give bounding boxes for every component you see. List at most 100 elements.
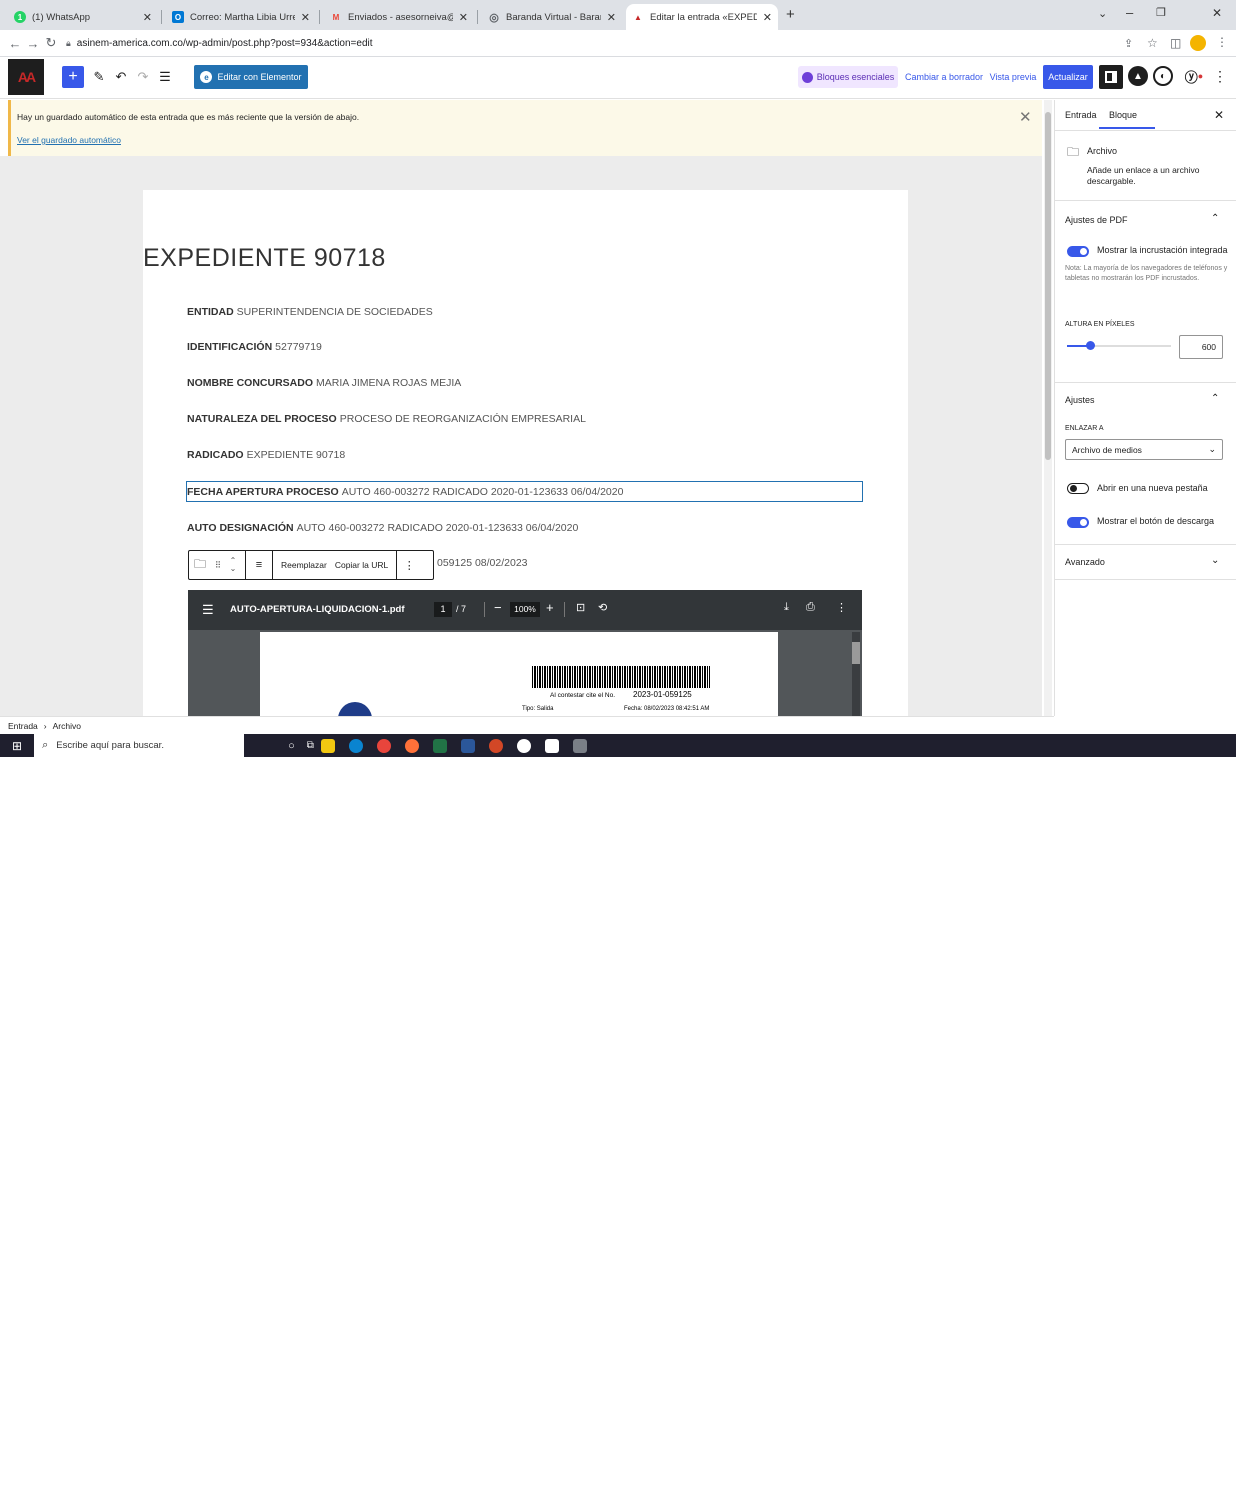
inline-embed-toggle[interactable] <box>1067 246 1089 257</box>
zoom-out-icon[interactable]: − <box>494 600 502 615</box>
preview-button[interactable]: Vista previa <box>988 66 1038 88</box>
new-tab-button[interactable]: + <box>786 6 795 23</box>
settings-sidebar-button[interactable] <box>1099 65 1123 89</box>
rotate-icon[interactable]: ⟲ <box>598 601 607 614</box>
field-radicado[interactable]: RADICADO EXPEDIENTE 90718 <box>187 449 345 461</box>
edit-with-elementor-button[interactable]: e Editar con Elementor <box>194 65 308 89</box>
close-tab-icon[interactable]: ✕ <box>607 11 616 24</box>
field-naturaleza-proceso[interactable]: NATURALEZA DEL PROCESO PROCESO DE REORGAN… <box>187 413 586 425</box>
tab-whatsapp[interactable]: 1 (1) WhatsApp ✕ <box>8 4 158 30</box>
tab-editar-entrada[interactable]: ▲ Editar la entrada «EXPEDIENTE 9 ✕ <box>626 4 778 30</box>
height-slider-thumb[interactable] <box>1085 341 1095 350</box>
post-title[interactable]: EXPEDIENTE 90718 <box>143 244 386 273</box>
url-field[interactable]: asinem-america.com.co/wp-admin/post.php?… <box>77 38 373 49</box>
tab-search-icon[interactable]: ⌄ <box>1098 7 1107 20</box>
tab-gmail[interactable]: M Enviados - asesorneiva@gmail.c ✕ <box>324 4 474 30</box>
pdf-download-icon[interactable]: ⤓ <box>784 601 789 614</box>
close-tab-icon[interactable]: ✕ <box>763 11 772 24</box>
advanced-title[interactable]: Avanzado <box>1065 557 1105 567</box>
yoast-seo-icon[interactable]: ⓨ ● <box>1180 66 1208 86</box>
restore-icon[interactable]: ❐ <box>1156 6 1166 19</box>
profile-avatar[interactable] <box>1190 35 1206 51</box>
close-sidebar-icon[interactable]: ✕ <box>1214 108 1224 122</box>
language-indicator[interactable]: ESP <box>1137 1474 1153 1483</box>
undo-icon[interactable]: ↶ <box>112 67 130 87</box>
height-input[interactable]: 600 <box>1179 335 1223 359</box>
drag-handle-icon[interactable]: ⠿ <box>211 560 225 571</box>
tray-icons[interactable]: ⌃ ⊕ ▭ ◁) <box>1074 1473 1115 1484</box>
mail-icon[interactable] <box>544 738 559 753</box>
add-block-button[interactable]: + <box>62 66 84 88</box>
word-icon[interactable] <box>460 738 475 753</box>
clock-time[interactable]: 4:57 p. m. <box>1162 1469 1202 1478</box>
app-icon[interactable] <box>572 738 587 753</box>
collapse-chevron-icon[interactable]: ⌃ <box>1211 393 1219 404</box>
replace-button[interactable]: Reemplazar <box>277 560 331 570</box>
zoom-app-icon[interactable] <box>516 738 531 753</box>
new-tab-toggle[interactable] <box>1067 483 1089 494</box>
canvas-scrollbar[interactable] <box>1044 100 1052 716</box>
file-block-icon[interactable]: 🗀︎ <box>189 555 211 576</box>
browser-menu-icon[interactable]: ⋮ <box>1216 35 1228 49</box>
breadcrumb-file[interactable]: Archivo <box>53 721 81 731</box>
plugin-a-icon[interactable]: ▲ <box>1128 66 1148 86</box>
tab-baranda[interactable]: ◎ Baranda Virtual - Baranda ✕ <box>482 4 622 30</box>
site-logo-button[interactable]: AA <box>8 59 44 95</box>
breadcrumb-post[interactable]: Entrada <box>8 721 38 731</box>
cortana-icon[interactable]: ○ <box>288 740 295 752</box>
download-button-toggle[interactable] <box>1067 517 1089 528</box>
link-to-select[interactable]: Archivo de medios ⌄ <box>1065 439 1223 460</box>
notifications-icon[interactable]: ▤ <box>1214 1472 1224 1485</box>
field-nombre-concursado[interactable]: NOMBRE CONCURSADO MARIA JIMENA ROJAS MEJI… <box>187 377 461 389</box>
bookmark-star-icon[interactable]: ☆ <box>1147 36 1158 50</box>
pdf-print-icon[interactable]: ⎙ <box>806 601 815 614</box>
collapse-chevron-icon[interactable]: ⌃ <box>1211 213 1219 224</box>
file-explorer-icon[interactable] <box>320 738 335 753</box>
pdf-menu-icon[interactable]: ☰ <box>202 602 214 618</box>
pdf-more-icon[interactable]: ⋮ <box>836 601 847 614</box>
fit-page-icon[interactable]: ⊡ <box>576 601 585 614</box>
forward-icon[interactable]: → <box>24 36 42 51</box>
taskbar-search[interactable]: ⌕ Escribe aquí para buscar. <box>34 734 245 757</box>
excel-icon[interactable] <box>432 738 447 753</box>
copy-url-button[interactable]: Copiar la URL <box>331 560 392 570</box>
pdf-zoom-input[interactable]: 100% <box>510 602 540 617</box>
zoom-in-icon[interactable]: + <box>546 600 554 615</box>
task-view-icon[interactable]: ⧉ <box>307 740 314 751</box>
plugin-b-icon[interactable]: ◐ <box>1153 66 1173 86</box>
tab-post[interactable]: Entrada <box>1065 110 1097 120</box>
switch-to-draft-button[interactable]: Cambiar a borrador <box>904 66 984 88</box>
field-identificacion[interactable]: IDENTIFICACIÓN 52779719 <box>187 341 322 353</box>
reload-icon[interactable]: ↻ <box>42 35 60 51</box>
view-autosave-link[interactable]: Ver el guardado automático <box>17 135 121 145</box>
powerpoint-icon[interactable] <box>488 738 503 753</box>
update-button[interactable]: Actualizar <box>1043 65 1093 89</box>
list-view-icon[interactable]: ☰ <box>156 67 174 87</box>
settings-title[interactable]: Ajustes <box>1065 395 1095 405</box>
share-icon[interactable]: ⇪ <box>1124 37 1133 50</box>
align-icon[interactable]: ≡ <box>250 559 268 571</box>
block-options-icon[interactable]: ⋮ <box>401 559 417 572</box>
edge-icon[interactable] <box>348 738 363 753</box>
close-tab-icon[interactable]: ✕ <box>459 11 468 24</box>
close-window-icon[interactable]: ✕ <box>1212 6 1222 20</box>
expand-chevron-icon[interactable]: ⌄ <box>1211 555 1219 566</box>
field-auto-designacion[interactable]: AUTO DESIGNACIÓN AUTO 460-003272 RADICADO… <box>187 522 578 534</box>
redo-icon[interactable]: ↷ <box>134 67 152 87</box>
chrome-icon[interactable] <box>376 738 391 753</box>
tab-outlook[interactable]: O Correo: Martha Libia Urrea Polan ✕ <box>166 4 316 30</box>
close-tab-icon[interactable]: ✕ <box>301 11 310 24</box>
dismiss-notice-icon[interactable]: ✕ <box>1019 108 1032 126</box>
lock-icon[interactable]: 🔒︎ <box>66 38 71 49</box>
height-slider-track[interactable] <box>1067 345 1171 347</box>
options-menu-icon[interactable]: ⋮ <box>1212 66 1228 86</box>
pdf-settings-title[interactable]: Ajustes de PDF <box>1065 215 1128 225</box>
back-icon[interactable]: ← <box>6 36 24 51</box>
field-entidad[interactable]: ENTIDAD SUPERINTENDENCIA DE SOCIEDADES <box>187 306 433 318</box>
field-fecha-apertura[interactable]: FECHA APERTURA PROCESO AUTO 460-003272 RA… <box>187 486 623 498</box>
pdf-page-input[interactable]: 1 <box>434 602 452 617</box>
tools-pencil-icon[interactable]: ✎ <box>90 67 108 87</box>
tab-block[interactable]: Bloque <box>1109 110 1137 120</box>
move-up-down-icon[interactable]: ⌃ ⌄ <box>225 557 241 573</box>
windows-start-icon[interactable]: ⊞ <box>12 739 22 753</box>
